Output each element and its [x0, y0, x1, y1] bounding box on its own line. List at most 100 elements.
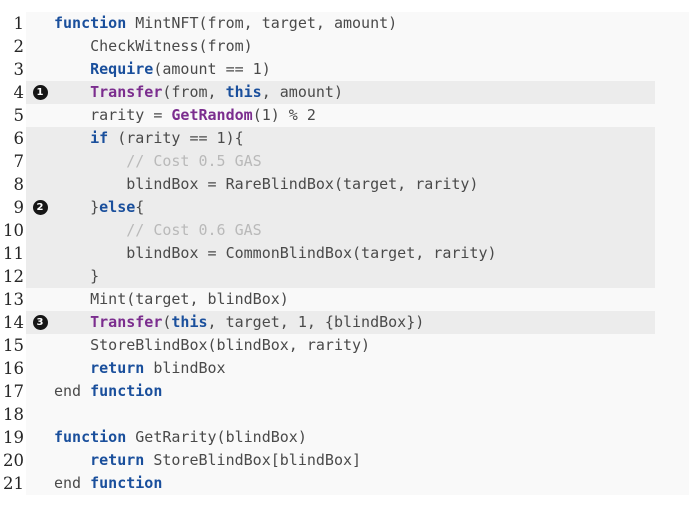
code-token-pl: } — [54, 267, 100, 285]
line-number: 15 — [0, 334, 26, 357]
code-token-cmt: // Cost 0.6 GAS — [54, 221, 262, 239]
line-number: 1 — [0, 12, 26, 35]
code-line-text: Require(amount == 1) — [54, 58, 689, 81]
line-number: 5 — [0, 104, 26, 127]
code-line-text: Transfer(this, target, 1, {blindBox}) — [54, 311, 689, 334]
step-marker-badge: 2 — [32, 200, 48, 215]
code-token-pl: end — [54, 382, 91, 400]
code-token-pl: (1) % 2 — [252, 106, 316, 124]
code-line: 6 if (rarity == 1){ — [0, 127, 689, 150]
code-line: 1 function MintNFT(from, target, amount) — [0, 12, 689, 35]
step-marker-cell: 1 — [26, 85, 54, 100]
line-number: 10 — [0, 219, 26, 242]
code-token-kw: return — [90, 451, 145, 469]
line-number: 11 — [0, 242, 26, 265]
code-line-text: blindBox = CommonBlindBox(target, rarity… — [54, 242, 689, 265]
code-token-pl: StoreBlindBox[blindBox] — [144, 451, 362, 469]
code-token-kw: else — [99, 198, 136, 216]
code-token-kw: function — [90, 474, 163, 492]
code-token-pl: blindBox — [144, 359, 226, 377]
code-token-fn: Transfer — [90, 83, 163, 101]
code-line: 17 end function — [0, 380, 689, 403]
code-token-kw: if — [90, 129, 109, 147]
code-line-text: blindBox = RareBlindBox(target, rarity) — [54, 173, 689, 196]
code-line-text: StoreBlindBox(blindBox, rarity) — [54, 334, 689, 357]
code-line: 10 // Cost 0.6 GAS — [0, 219, 689, 242]
code-line-text: Transfer(from, this, amount) — [54, 81, 689, 104]
line-number: 12 — [0, 265, 26, 288]
code-token-pl: MintNFT(from, target, amount) — [126, 14, 398, 32]
code-line: 8 blindBox = RareBlindBox(target, rarity… — [0, 173, 689, 196]
code-line-text: function MintNFT(from, target, amount) — [54, 12, 689, 35]
code-line: 18 — [0, 403, 689, 426]
code-line: 13 Mint(target, blindBox) — [0, 288, 689, 311]
code-line: 41 Transfer(from, this, amount) — [0, 81, 689, 104]
line-number: 6 — [0, 127, 26, 150]
code-line: 5 rarity = GetRandom(1) % 2 — [0, 104, 689, 127]
code-line-text: end function — [54, 380, 689, 403]
code-token-pl: , amount) — [261, 83, 343, 101]
code-line: 19 function GetRarity(blindBox) — [0, 426, 689, 449]
line-number: 4 — [0, 81, 26, 104]
code-line: 21 end function — [0, 472, 689, 495]
code-token-pl: { — [135, 198, 145, 216]
code-token-kw: Require — [90, 60, 154, 78]
code-token-pl: , target, 1, {blindBox}) — [207, 313, 425, 331]
line-number: 16 — [0, 357, 26, 380]
code-token-pl: StoreBlindBox(blindBox, rarity) — [54, 336, 371, 354]
code-line-text: } — [54, 265, 689, 288]
code-token-kw: function — [90, 382, 163, 400]
line-number: 3 — [0, 58, 26, 81]
code-token-pl: GetRarity(blindBox) — [126, 428, 307, 446]
line-number: 19 — [0, 426, 26, 449]
code-token-kw: function — [54, 14, 127, 32]
line-number: 7 — [0, 150, 26, 173]
line-number: 17 — [0, 380, 26, 403]
code-token-pl: (amount == 1) — [153, 60, 271, 78]
step-marker-badge: 1 — [32, 85, 48, 100]
code-token-pl: end — [54, 474, 91, 492]
code-token-pl: rarity = — [54, 106, 172, 124]
line-number: 9 — [0, 196, 26, 219]
code-line: 2 CheckWitness(from) — [0, 35, 689, 58]
line-number: 8 — [0, 173, 26, 196]
code-token-pl: CheckWitness(from) — [54, 37, 253, 55]
code-line-text: // Cost 0.5 GAS — [54, 150, 689, 173]
code-token-pl: blindBox = RareBlindBox(target, rarity) — [54, 175, 479, 193]
step-marker-badge: 3 — [32, 315, 48, 330]
line-number: 20 — [0, 449, 26, 472]
code-line-text: return StoreBlindBox[blindBox] — [54, 449, 689, 472]
code-line: 16 return blindBox — [0, 357, 689, 380]
code-token-pl: (rarity == 1){ — [108, 129, 244, 147]
code-line-text: rarity = GetRandom(1) % 2 — [54, 104, 689, 127]
code-token-kw: return — [90, 359, 145, 377]
code-line-text: Mint(target, blindBox) — [54, 288, 689, 311]
code-line: 15 StoreBlindBox(blindBox, rarity) — [0, 334, 689, 357]
code-line-text: end function — [54, 472, 689, 495]
step-marker-cell: 2 — [26, 200, 54, 215]
code-token-fn: Transfer — [90, 313, 163, 331]
code-line: 3 Require(amount == 1) — [0, 58, 689, 81]
code-token-cmt: // Cost 0.5 GAS — [54, 152, 262, 170]
line-number: 2 — [0, 35, 26, 58]
code-line-text: function GetRarity(blindBox) — [54, 426, 689, 449]
code-token-pl: } — [54, 198, 100, 216]
code-line: 12 } — [0, 265, 689, 288]
line-number: 18 — [0, 403, 26, 426]
code-line: 14 3 Transfer(this, target, 1, {blindBox}… — [0, 311, 689, 334]
code-token-kw: function — [54, 428, 127, 446]
code-token-kw: this — [225, 83, 262, 101]
code-line: 11 blindBox = CommonBlindBox(target, rar… — [0, 242, 689, 265]
code-line-text: // Cost 0.6 GAS — [54, 219, 689, 242]
code-token-fn: GetRandom — [171, 106, 253, 124]
code-line-text: return blindBox — [54, 357, 689, 380]
code-token-pl: Mint(target, blindBox) — [54, 290, 289, 308]
code-line-text: if (rarity == 1){ — [54, 127, 689, 150]
line-number: 21 — [0, 472, 26, 495]
code-line-text: }else{ — [54, 196, 689, 219]
code-token-pl: blindBox = CommonBlindBox(target, rarity… — [54, 244, 497, 262]
